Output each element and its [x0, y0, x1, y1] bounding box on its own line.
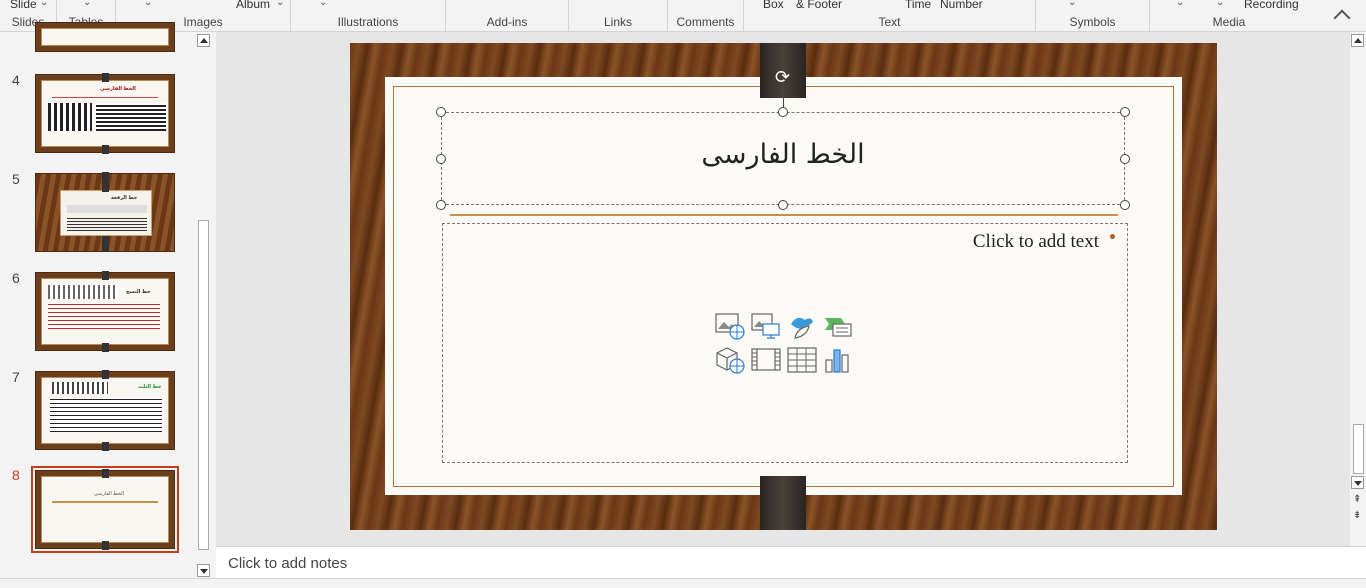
slide-canvas: ⟳ الخط الفارسى Click to add text	[350, 43, 1217, 530]
slide-thumbnail-6[interactable]: خط النسخ	[35, 271, 175, 352]
new-slide-button[interactable]: Slide	[10, 0, 37, 11]
chevron-down-icon[interactable]: ⌄	[144, 0, 152, 8]
screen-recording-button[interactable]: Recording	[1244, 0, 1299, 11]
insert-content-icons	[715, 312, 855, 378]
resize-handle-ne[interactable]	[1120, 107, 1130, 117]
header-footer-button[interactable]: & Footer	[796, 0, 842, 11]
binder-clip-bottom	[760, 476, 806, 530]
slide-number: 4	[12, 72, 20, 88]
chevron-down-icon[interactable]: ⌄	[319, 0, 327, 8]
group-addins: Add-ins	[446, 0, 569, 32]
resize-handle-e[interactable]	[1120, 154, 1130, 164]
notes-pane[interactable]: Click to add notes	[216, 546, 1366, 578]
group-label-text: Text	[878, 15, 901, 29]
resize-handle-w[interactable]	[436, 154, 446, 164]
scroll-down-button[interactable]	[197, 564, 210, 577]
slide-number: 7	[12, 369, 20, 385]
thumbnails-scrollbar[interactable]	[196, 32, 211, 578]
slide-title[interactable]: الخط الفارسى	[442, 139, 1124, 170]
group-label-illustrations: Illustrations	[337, 15, 399, 29]
stock-images-icon[interactable]	[751, 312, 781, 340]
group-comments: Comments	[668, 0, 744, 32]
text-box-button[interactable]: Box	[763, 0, 784, 11]
slide-thumbnail-8[interactable]: الخط الفارسى	[31, 466, 179, 553]
previous-slide-icon[interactable]: ⇞	[1353, 494, 1361, 505]
slide-thumbnail-5[interactable]: خط الرقعة	[35, 172, 175, 252]
chevron-down-icon[interactable]: ⌄	[40, 0, 48, 8]
rotate-handle-icon[interactable]: ⟳	[775, 67, 790, 88]
slide-thumbnail-4[interactable]: الخط الفارسي	[35, 73, 175, 154]
content-placeholder-text[interactable]: Click to add text	[973, 231, 1099, 253]
collapse-ribbon-icon[interactable]	[1333, 9, 1351, 27]
slide-thumbnails-panel: 4 الخط الفارسي 5 خط الرقعة 6 خط النسخ 7 …	[0, 22, 196, 578]
group-media: ⌄ ⌄ Recording Media	[1150, 0, 1308, 32]
content-placeholder[interactable]: Click to add text	[442, 223, 1128, 463]
chevron-down-icon[interactable]: ⌄	[83, 0, 91, 8]
editor-scrollbar[interactable]: ⇞ ⇟	[1350, 32, 1366, 546]
video-icon[interactable]	[751, 346, 781, 374]
thumbnail-title: الخط الفارسى	[94, 491, 125, 497]
group-label-media: Media	[1212, 15, 1246, 29]
thumbnail-title: الخط الفارسي	[100, 86, 136, 92]
chevron-down-icon[interactable]: ⌄	[1216, 0, 1224, 8]
slide-thumbnail-3[interactable]	[35, 22, 175, 52]
slide-number: 8	[12, 467, 20, 483]
insert-picture-icon[interactable]	[715, 312, 745, 340]
slide-thumbnail-7[interactable]: خط الثلث	[35, 370, 175, 451]
status-bar	[0, 578, 1366, 588]
group-illustrations: ⌄ Illustrations	[291, 0, 446, 32]
resize-handle-s[interactable]	[778, 200, 788, 210]
scroll-thumb[interactable]	[1353, 424, 1364, 474]
chevron-down-icon[interactable]: ⌄	[1068, 0, 1076, 8]
notes-placeholder[interactable]: Click to add notes	[228, 555, 347, 572]
slide-number: 6	[12, 270, 20, 286]
resize-handle-nw[interactable]	[436, 107, 446, 117]
icons-icon[interactable]	[787, 312, 817, 340]
ribbon: Slide ⌄ Slides ⌄ Tables ⌄ Album ⌄ Images…	[0, 0, 1366, 32]
resize-handle-sw[interactable]	[436, 200, 446, 210]
slide-number: 5	[12, 171, 20, 187]
scroll-up-button[interactable]	[197, 34, 210, 47]
title-placeholder[interactable]: الخط الفارسى	[441, 112, 1125, 205]
group-label-links: Links	[603, 15, 632, 29]
group-links: Links	[569, 0, 668, 32]
resize-handle-se[interactable]	[1120, 200, 1130, 210]
photo-album-button[interactable]: Album	[236, 0, 270, 11]
scroll-up-button[interactable]	[1351, 34, 1364, 47]
thumbnail-title: خط الرقعة	[111, 195, 138, 201]
resize-handle-n[interactable]	[778, 107, 788, 117]
group-label-comments: Comments	[676, 15, 735, 29]
3d-models-icon[interactable]	[715, 346, 745, 374]
group-symbols: ⌄ Symbols	[1036, 0, 1150, 32]
bullet-icon	[1110, 234, 1115, 239]
chevron-down-icon[interactable]: ⌄	[276, 0, 284, 8]
group-label-symbols: Symbols	[1069, 15, 1116, 29]
slide-editor: ⟳ الخط الفارسى Click to add text	[216, 32, 1350, 546]
title-underline	[450, 214, 1118, 216]
chart-icon[interactable]	[823, 346, 853, 374]
next-slide-icon[interactable]: ⇟	[1353, 510, 1361, 521]
scroll-thumb[interactable]	[198, 220, 209, 550]
table-icon[interactable]	[787, 346, 817, 374]
thumbnail-title: خط الثلث	[138, 384, 162, 390]
thumbnail-title: خط النسخ	[126, 289, 151, 295]
chevron-down-icon[interactable]: ⌄	[1176, 0, 1184, 8]
scroll-down-button[interactable]	[1351, 476, 1364, 489]
group-label-addins: Add-ins	[486, 15, 528, 29]
group-text: Box & Footer Time Number Text	[744, 0, 1036, 32]
slide-number-button[interactable]: Number	[940, 0, 983, 11]
date-time-button[interactable]: Time	[905, 0, 931, 11]
smartart-icon[interactable]	[823, 312, 853, 340]
